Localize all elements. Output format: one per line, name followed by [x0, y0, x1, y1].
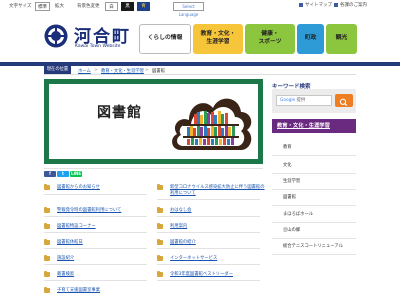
folder-icon: [44, 287, 50, 293]
breadcrumb-separator: >: [94, 67, 98, 73]
search-input[interactable]: Google 提供: [276, 95, 332, 106]
folder-icon: [44, 184, 50, 190]
row-divider: [157, 248, 260, 249]
facebook-icon: f: [49, 171, 51, 176]
breadcrumb-position-label: 現在の位置: [44, 66, 71, 74]
row-divider: [44, 216, 147, 217]
row-divider: [157, 264, 260, 265]
bg-color-label: 背景色変更: [77, 4, 100, 9]
text-size-large-button[interactable]: 拡大: [53, 2, 66, 11]
folder-icon: [44, 223, 50, 229]
folder-icon: [157, 255, 163, 261]
row-divider: [44, 194, 147, 195]
link-label: 利用案内: [170, 223, 188, 229]
row-divider: [157, 199, 260, 200]
hero-inner-panel: 図書館: [49, 84, 258, 159]
contact-link[interactable]: 各課のご案内: [334, 2, 367, 8]
text-size-label: 文字サイズ: [9, 4, 32, 9]
search-button[interactable]: [335, 94, 353, 107]
row-divider: [44, 280, 147, 281]
link-label: 図書館特設コーナー: [57, 223, 96, 229]
sidebar-item-label: 文化: [283, 163, 292, 168]
sitemap-link[interactable]: サイトマップ: [299, 2, 332, 8]
folder-icon: [44, 255, 50, 261]
bg-black-button[interactable]: 黒: [121, 2, 134, 11]
sidebar-item-tennis-court[interactable]: 総合テニスコートリニューアル: [272, 237, 356, 255]
breadcrumb-separator: >: [145, 67, 149, 73]
sidebar-item-label: 生涯学習: [283, 179, 301, 184]
folder-icon: [44, 207, 50, 213]
line-icon: LINE: [70, 171, 82, 176]
facebook-share-button[interactable]: f: [44, 171, 56, 177]
nav-label: 町政: [304, 35, 317, 42]
text-size-standard-button[interactable]: 標準: [35, 2, 50, 11]
utility-bar: 文字サイズ 標準 拡大 背景色変更 白 黒 青 Select Language …: [0, 0, 400, 17]
nav-label: 観光: [335, 35, 348, 42]
sidebar-item-label: 教育: [283, 145, 292, 150]
twitter-share-button[interactable]: t: [57, 171, 69, 177]
nav-tourism[interactable]: 観光: [326, 24, 357, 54]
sidebar-item-label: まほろばホール: [283, 212, 314, 217]
folder-icon: [157, 271, 163, 277]
link-label: 蔵書検索: [57, 271, 75, 277]
nav-label: くらしの情報: [147, 35, 183, 42]
link-label: 令和3年度図書館ベストリーダー: [170, 271, 233, 277]
folder-icon: [157, 184, 163, 190]
breadcrumb-education-link[interactable]: 教育・文化・生涯学習: [101, 68, 144, 74]
nav-town-government[interactable]: 町政: [297, 24, 324, 54]
language-label: Select Language: [178, 4, 199, 17]
row-divider: [157, 216, 260, 217]
sidebar-item-label: 豆山の郷: [283, 228, 301, 233]
google-brand-text: Google: [280, 98, 296, 103]
folder-icon: [157, 223, 163, 229]
sidebar-item-education[interactable]: 教育: [272, 138, 356, 156]
hero-divider: [44, 168, 263, 169]
link-label: 図書館休館日: [57, 239, 83, 245]
folder-icon: [157, 207, 163, 213]
bookshelf-cloud-illustration: [172, 98, 252, 150]
nav-label: 教育・文化・ 生涯学習: [200, 31, 236, 45]
nav-education-culture[interactable]: 教育・文化・ 生涯学習: [193, 24, 243, 54]
line-share-button[interactable]: LINE: [70, 171, 82, 177]
link-label: 施設紹介: [57, 255, 75, 261]
row-divider: [44, 248, 147, 249]
bg-white-button[interactable]: 白: [105, 2, 118, 11]
link-label: おはなし会: [170, 207, 192, 213]
breadcrumb-current: 図書館: [152, 68, 165, 74]
search-icon: [339, 98, 348, 107]
site-logo-subtitle: Kawai Town Website: [75, 44, 121, 49]
nav-label: 健康・ スポーツ: [258, 31, 282, 45]
link-label: インターネットサービス: [170, 255, 218, 261]
folder-icon: [157, 239, 163, 245]
sidebar-item-library[interactable]: 図書館: [272, 188, 356, 206]
sidebar-section-title[interactable]: 教育・文化・生涯学習: [272, 119, 356, 133]
bg-blue-button[interactable]: 青: [137, 2, 150, 11]
twitter-icon: t: [62, 171, 64, 176]
link-label: 図書館の紹介: [170, 239, 196, 245]
link-label: 新型コロナウイルス感染拡大防止に伴う図書館の利用について: [170, 184, 265, 196]
town-emblem-icon[interactable]: [44, 24, 68, 48]
folder-icon: [44, 271, 50, 277]
breadcrumb-divider: [44, 74, 356, 75]
sidebar-item-label: 総合テニスコートリニューアル: [283, 244, 343, 249]
breadcrumb: 現在の位置 ホーム > 教育・文化・生涯学習 > 図書館: [44, 66, 356, 74]
row-divider: [44, 232, 147, 233]
link-label: 図書館からのお知らせ: [57, 184, 100, 190]
nav-living-info[interactable]: くらしの情報: [139, 24, 191, 54]
row-divider: [157, 280, 260, 281]
page-hero-banner: 図書館: [44, 79, 263, 164]
sidebar-item-label: 図書館: [283, 195, 296, 200]
page-title: 図書館: [97, 105, 142, 121]
select-language-button[interactable]: Select Language: [173, 2, 204, 17]
breadcrumb-home-link[interactable]: ホーム: [78, 68, 91, 74]
row-divider: [157, 232, 260, 233]
folder-icon: [44, 239, 50, 245]
nav-health-sports[interactable]: 健康・ スポーツ: [245, 24, 295, 54]
link-label: 警報発令時の図書館利用について: [57, 207, 122, 213]
link-label: 子育て支援図書室事業: [57, 287, 100, 293]
row-divider: [44, 264, 147, 265]
